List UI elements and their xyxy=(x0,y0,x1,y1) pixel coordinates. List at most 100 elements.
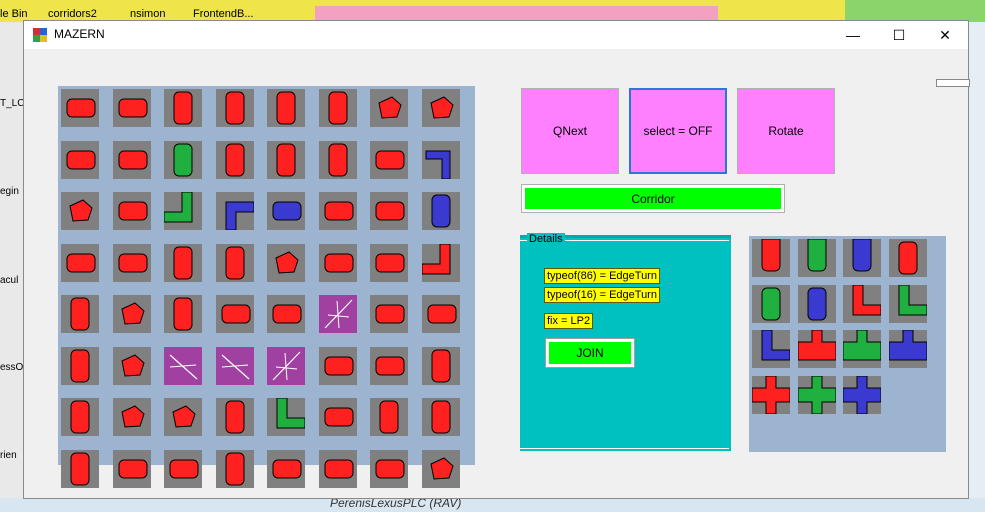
maze-tile-blue-v[interactable] xyxy=(421,192,460,230)
palette-tile-red-v[interactable] xyxy=(888,239,927,277)
maze-tile-purple-x-purple[interactable] xyxy=(164,346,202,385)
maze-tile-red-h[interactable] xyxy=(267,295,305,333)
maze-tile-red-h[interactable] xyxy=(370,449,408,488)
maze-tile-red-blob[interactable] xyxy=(61,192,99,230)
maze-tile-red-blob[interactable] xyxy=(267,243,305,282)
maze-tile-green-v[interactable] xyxy=(164,140,202,179)
maze-tile-red-v[interactable] xyxy=(421,346,460,385)
palette-tile-blue-corner-ne[interactable] xyxy=(752,330,790,368)
maze-tile-red-blob[interactable] xyxy=(112,295,151,333)
palette-tile-green-v[interactable] xyxy=(752,284,790,323)
maze-tile-red-v[interactable] xyxy=(318,140,357,179)
maze-tile-red-v[interactable] xyxy=(215,449,254,488)
palette-tile-green-end-n[interactable] xyxy=(797,239,836,277)
maze-tile-red-h[interactable] xyxy=(318,192,357,230)
maze-tile-red-blob[interactable] xyxy=(370,89,408,127)
maze-tile-blue-corner-es[interactable] xyxy=(215,192,254,230)
maze-tile-red-v[interactable] xyxy=(215,140,254,179)
maze-tile-red-h[interactable] xyxy=(112,192,151,230)
desktop-side-label[interactable]: acul xyxy=(0,275,18,286)
maze-tile-red-v[interactable] xyxy=(61,295,99,333)
maze-tile-red-h[interactable] xyxy=(61,243,99,282)
maze-tile-red-h[interactable] xyxy=(61,89,99,127)
palette-tile-blue-plus[interactable] xyxy=(843,375,881,414)
maze-tile-purple-cross-purple[interactable] xyxy=(318,295,357,333)
palette-tile-red-end-n[interactable] xyxy=(752,239,790,277)
maze-tile-purple-cross-purple[interactable] xyxy=(267,346,305,385)
desktop-side-label[interactable]: essO xyxy=(0,362,23,373)
maze-tile-green-corner-nw[interactable] xyxy=(164,192,202,230)
maze-tile-red-h[interactable] xyxy=(112,449,151,488)
qnext-button[interactable]: QNext xyxy=(521,88,619,174)
maze-tile-red-h[interactable] xyxy=(318,398,357,436)
desktop-side-label[interactable]: egin xyxy=(0,186,19,197)
title-bar[interactable]: MAZERN — ☐ ✕ xyxy=(24,21,968,49)
maze-tile-red-v[interactable] xyxy=(215,89,254,127)
maze-tile-red-v[interactable] xyxy=(215,243,254,282)
join-button[interactable]: JOIN xyxy=(545,338,635,368)
maze-tile-red-v[interactable] xyxy=(370,398,408,436)
minimize-button[interactable]: — xyxy=(830,21,876,49)
maze-tile-red-corner-nw[interactable] xyxy=(421,243,460,282)
palette-tile-green-tee[interactable] xyxy=(843,330,881,368)
maze-tile-red-v[interactable] xyxy=(267,89,305,127)
desktop-icon-label[interactable]: FrontendB... xyxy=(193,8,254,20)
palette-tile-blue-v[interactable] xyxy=(797,284,836,323)
maze-tile-red-blob[interactable] xyxy=(112,346,151,385)
tile-icon xyxy=(225,91,244,125)
desktop-icon-label[interactable]: le Bin xyxy=(0,8,28,20)
maze-tile-red-h[interactable] xyxy=(112,140,151,179)
palette-tile-green-plus[interactable] xyxy=(797,375,836,414)
scrollbar-fragment[interactable] xyxy=(936,79,970,87)
maze-tile-red-blob[interactable] xyxy=(421,89,460,127)
maze-tile-red-h[interactable] xyxy=(318,243,357,282)
desktop-side-label[interactable]: T_LC xyxy=(0,98,24,109)
maze-tile-red-v[interactable] xyxy=(61,346,99,385)
desktop-image-corner xyxy=(845,0,985,22)
maze-tile-purple-x-purple[interactable] xyxy=(215,346,254,385)
maze-tile-red-v[interactable] xyxy=(164,295,202,333)
maze-tile-red-v[interactable] xyxy=(267,140,305,179)
maze-tile-red-h[interactable] xyxy=(112,243,151,282)
maze-tile-green-corner-ne[interactable] xyxy=(267,398,305,436)
maze-tile-red-h[interactable] xyxy=(370,243,408,282)
maze-tile-red-h[interactable] xyxy=(215,295,254,333)
maze-tile-red-v[interactable] xyxy=(215,398,254,436)
maze-tile-red-v[interactable] xyxy=(164,243,202,282)
palette-tile-red-tee[interactable] xyxy=(797,330,836,368)
desktop-icon-label[interactable]: nsimon xyxy=(130,8,165,20)
close-button[interactable]: ✕ xyxy=(922,21,968,49)
maze-tile-blue-h[interactable] xyxy=(267,192,305,230)
maze-tile-red-h[interactable] xyxy=(318,346,357,385)
maze-tile-red-blob[interactable] xyxy=(164,398,202,436)
desktop-icon-label[interactable]: corridors2 xyxy=(48,8,97,20)
maze-tile-red-h[interactable] xyxy=(370,295,408,333)
corridor-button[interactable]: Corridor xyxy=(521,184,785,213)
palette-tile-red-plus[interactable] xyxy=(752,375,790,414)
maximize-button[interactable]: ☐ xyxy=(876,21,922,49)
maze-tile-red-h[interactable] xyxy=(370,346,408,385)
maze-tile-red-h[interactable] xyxy=(318,449,357,488)
palette-tile-green-corner-ne[interactable] xyxy=(888,284,927,323)
maze-tile-red-h[interactable] xyxy=(61,140,99,179)
maze-tile-red-blob[interactable] xyxy=(421,449,460,488)
maze-tile-red-blob[interactable] xyxy=(112,398,151,436)
maze-tile-red-v[interactable] xyxy=(318,89,357,127)
select-toggle-button[interactable]: select = OFF xyxy=(629,88,727,174)
palette-tile-blue-end-n[interactable] xyxy=(843,239,881,277)
maze-tile-red-v[interactable] xyxy=(421,398,460,436)
maze-tile-red-h[interactable] xyxy=(164,449,202,488)
maze-tile-blue-corner-se[interactable] xyxy=(421,140,460,179)
maze-tile-red-v[interactable] xyxy=(61,449,99,488)
rotate-button[interactable]: Rotate xyxy=(737,88,835,174)
maze-tile-red-v[interactable] xyxy=(164,89,202,127)
maze-tile-red-h[interactable] xyxy=(112,89,151,127)
desktop-side-label[interactable]: rien xyxy=(0,450,17,461)
maze-tile-red-v[interactable] xyxy=(61,398,99,436)
maze-tile-red-h[interactable] xyxy=(267,449,305,488)
maze-tile-red-h[interactable] xyxy=(421,295,460,333)
palette-tile-red-corner-ne[interactable] xyxy=(843,284,881,323)
maze-tile-red-h[interactable] xyxy=(370,192,408,230)
maze-tile-red-h[interactable] xyxy=(370,140,408,179)
palette-tile-blue-tee[interactable] xyxy=(888,330,927,368)
